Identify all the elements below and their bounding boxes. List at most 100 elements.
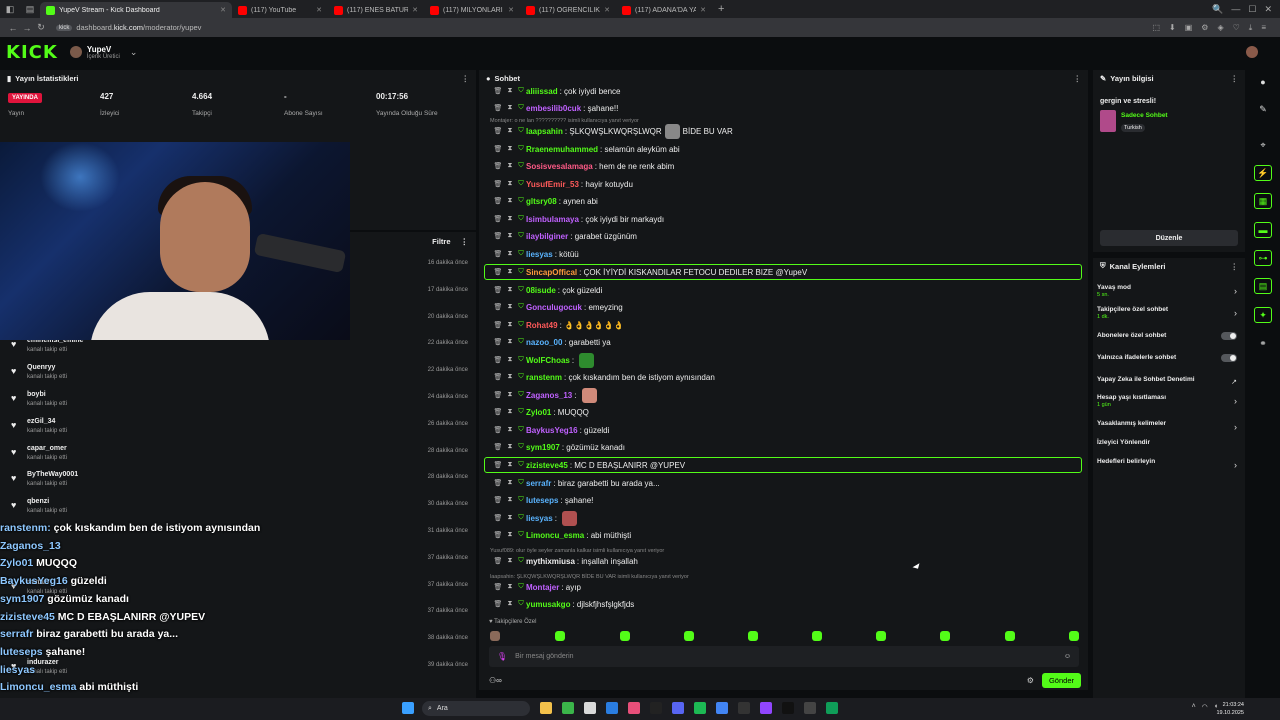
chat-username[interactable]: aliiissad xyxy=(526,87,558,96)
layout-icon[interactable]: ▤ xyxy=(1254,278,1272,294)
chat-message[interactable]: 🗑 ⧗ ⛉ BaykusYeg16: güzeldi xyxy=(492,422,610,438)
chat-message[interactable]: 🗑 ⧗ ⛉ liesyas: xyxy=(492,510,578,526)
spotify-icon[interactable] xyxy=(694,702,706,714)
info-menu-icon[interactable]: ⋮ xyxy=(1231,74,1239,83)
chat-message[interactable]: 🗑 ⧗ ⛉ Gonculugocuk: emeyzing xyxy=(492,299,623,315)
hourglass-icon[interactable]: ⧗ xyxy=(504,303,516,311)
new-tab-button[interactable]: + xyxy=(712,3,730,15)
vpn-icon[interactable] xyxy=(804,702,816,714)
widgets-icon[interactable] xyxy=(540,702,552,714)
feed-username[interactable]: capar_omer xyxy=(27,445,67,452)
calendar-icon[interactable]: ▦ xyxy=(1254,193,1272,209)
trash-icon[interactable]: 🗑 xyxy=(492,531,504,539)
trash-icon[interactable]: 🗑 xyxy=(492,557,504,565)
taskbar-clock[interactable]: 21:03:24 19.10.2025 xyxy=(1216,701,1244,717)
chat-message[interactable]: 🗑 ⧗ ⛉ yumusakgo: djlskfjhsfşlgkfjds xyxy=(492,596,635,612)
hourglass-icon[interactable]: ⧗ xyxy=(504,338,516,346)
forward-icon[interactable]: → xyxy=(20,23,34,33)
chat-message[interactable]: 🗑 ⧗ ⛉ laapsahin: ŞLKQWŞLKWQRŞLWQR BİDE BU VA… xyxy=(492,123,733,139)
trash-icon[interactable]: 🗑 xyxy=(492,426,504,434)
chat-username[interactable]: Rohat49 xyxy=(526,321,558,330)
browser-tab[interactable]: (117) ÖĞRENCİLİKLER ADANA ✕ xyxy=(520,2,616,18)
account-switcher[interactable]: YupeV İçerik Üretici ⌄ xyxy=(69,45,137,60)
chat-message[interactable]: 🗑 ⧗ ⛉ Limoncu_esma: abi müthişti xyxy=(492,527,632,543)
trash-icon[interactable]: 🗑 xyxy=(492,162,504,170)
hourglass-icon[interactable]: ⧗ xyxy=(504,268,516,276)
emoji-icon[interactable]: ☺ xyxy=(1064,653,1071,660)
chat-username[interactable]: luteseps xyxy=(526,496,558,505)
hourglass-icon[interactable]: ⧗ xyxy=(504,127,516,135)
hourglass-icon[interactable]: ⧗ xyxy=(504,514,516,522)
chat-message[interactable]: 🗑 ⧗ ⛉ mythixmiusa: inşallah inşallah xyxy=(492,553,638,569)
edit-button[interactable]: Düzenle xyxy=(1100,230,1238,246)
chat-message[interactable]: 🗑 ⧗ ⛉ Montajer: ayıp xyxy=(492,579,581,595)
screenshot-icon[interactable]: ▣ xyxy=(1185,23,1193,33)
link-icon[interactable]: ⊶ xyxy=(1254,250,1272,266)
chat-message[interactable]: 🗑 ⧗ ⛉ aliiissad: çok iyiydi bence xyxy=(492,83,621,99)
window-menu-icon[interactable]: ◧ xyxy=(3,2,17,16)
trash-icon[interactable]: 🗑 xyxy=(492,443,504,451)
chat-username[interactable]: BaykusYeg16 xyxy=(526,426,578,435)
actions-menu-icon[interactable]: ⋮ xyxy=(1231,262,1239,271)
trash-icon[interactable]: 🗑 xyxy=(492,479,504,487)
hourglass-icon[interactable]: ⧗ xyxy=(504,250,516,258)
chat-settings-icon[interactable]: ⚙ xyxy=(1027,676,1034,685)
channel-action[interactable]: Hedefleri belirleyin › xyxy=(1097,458,1239,470)
tab-search-icon[interactable]: ▤ xyxy=(23,2,37,16)
hourglass-icon[interactable]: ⧗ xyxy=(504,180,516,188)
info-icon[interactable]: ● xyxy=(1254,74,1272,90)
taskbar-search[interactable]: ⌕ Ara xyxy=(422,701,530,716)
chat-username[interactable]: YusufEmir_53 xyxy=(526,180,579,189)
chat-username[interactable]: Limoncu_esma xyxy=(526,531,584,540)
quick-emote[interactable] xyxy=(555,631,565,641)
trash-icon[interactable]: 🗑 xyxy=(492,583,504,591)
trash-icon[interactable]: 🗑 xyxy=(492,232,504,240)
close-tab-icon[interactable]: ✕ xyxy=(700,6,706,14)
hourglass-icon[interactable]: ⧗ xyxy=(504,162,516,170)
downloads-icon[interactable]: ⤓ xyxy=(1249,23,1253,33)
hourglass-icon[interactable]: ⧗ xyxy=(504,356,516,364)
quick-emote[interactable] xyxy=(940,631,950,641)
browser-tab[interactable]: (117) ADANA'DA YAŞANAN✕ xyxy=(616,2,712,18)
chat-message[interactable]: 🗑 ⧗ ⛉ SincapOffical: ÇOK İYİYDİ KISKANDILAR… xyxy=(492,264,808,280)
quick-emote[interactable] xyxy=(876,631,886,641)
chat-tools-icon[interactable]: ⚇∞ xyxy=(489,676,502,685)
feed-username[interactable]: qbenzi xyxy=(27,498,49,505)
chat-username[interactable]: Zaganos_13 xyxy=(526,391,572,400)
hourglass-icon[interactable]: ⧗ xyxy=(504,104,516,112)
chat-username[interactable]: liesyas xyxy=(526,514,553,523)
toggle-switch[interactable] xyxy=(1221,332,1237,340)
chat-username[interactable]: Montajer xyxy=(526,583,559,592)
chat-username[interactable]: liesyas xyxy=(526,250,553,259)
xbox-icon[interactable] xyxy=(562,702,574,714)
chat-username[interactable]: ilaybilginer xyxy=(526,232,568,241)
chat-message[interactable]: 🗑 ⧗ ⛉ 08isude: çok güzeldi xyxy=(492,282,603,298)
trash-icon[interactable]: 🗑 xyxy=(492,127,504,135)
trash-icon[interactable]: 🗑 xyxy=(492,215,504,223)
chat-username[interactable]: nazoo_00 xyxy=(526,338,562,347)
channel-action[interactable]: Yalnızca ifadelerle sohbet xyxy=(1097,354,1239,362)
feed-username[interactable]: Quenryy xyxy=(27,364,55,371)
hourglass-icon[interactable]: ⧗ xyxy=(504,197,516,205)
quick-emote[interactable] xyxy=(812,631,822,641)
chat-username[interactable]: laapsahin xyxy=(526,127,563,136)
chat-username[interactable]: Gonculugocuk xyxy=(526,303,582,312)
trash-icon[interactable]: 🗑 xyxy=(492,303,504,311)
chat-message[interactable]: 🗑 ⧗ ⛉ WolFChoas: xyxy=(492,352,595,368)
trash-icon[interactable]: 🗑 xyxy=(492,356,504,364)
hourglass-icon[interactable]: ⧗ xyxy=(504,321,516,329)
chat-username[interactable]: embesilib0cuk xyxy=(526,104,581,113)
close-tab-icon[interactable]: ✕ xyxy=(604,6,610,14)
menu-icon[interactable]: ≡ xyxy=(1261,23,1266,33)
trash-icon[interactable]: 🗑 xyxy=(492,286,504,294)
trash-icon[interactable]: 🗑 xyxy=(492,180,504,188)
chat-message[interactable]: 🗑 ⧗ ⛉ serrafr: biraz garabetti bu arada ya.… xyxy=(492,475,660,491)
chat-message[interactable]: 🗑 ⧗ ⛉ Zylo01: MUQQQ xyxy=(492,404,589,420)
close-tab-icon[interactable]: ✕ xyxy=(412,6,418,14)
hourglass-icon[interactable]: ⧗ xyxy=(504,443,516,451)
toggle-switch[interactable] xyxy=(1221,354,1237,362)
quick-emote[interactable] xyxy=(620,631,630,641)
hourglass-icon[interactable]: ⧗ xyxy=(504,373,516,381)
chat-username[interactable]: Zylo01 xyxy=(526,408,551,417)
channel-action[interactable]: Yavaş mod 5 sn. › xyxy=(1097,284,1239,298)
